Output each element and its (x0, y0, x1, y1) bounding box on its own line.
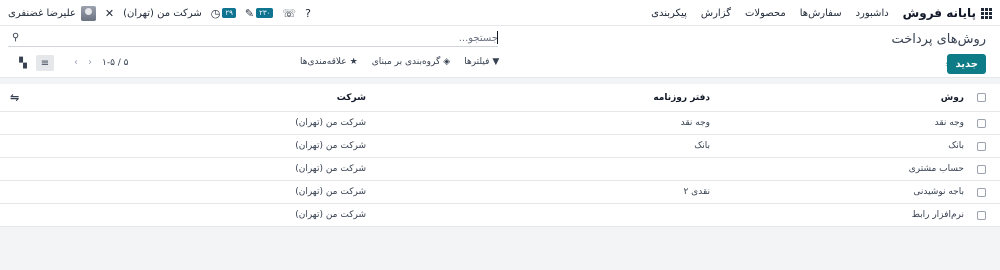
activity-button[interactable]: ◷ ۲۹ (211, 7, 236, 20)
cell-name: وجه نقد (934, 118, 964, 128)
filters-label: فیلترها (464, 57, 490, 67)
avatar[interactable] (80, 5, 96, 21)
cell-journal: بانک (694, 141, 710, 151)
app-switcher[interactable]: پایانه فروش (903, 6, 992, 20)
messages-badge: ۲۳۰ (256, 8, 274, 18)
column-header-company[interactable]: شرکت (337, 84, 366, 111)
row-checkbox[interactable] (977, 135, 986, 157)
user-menu[interactable]: علیرضا غضنفری (8, 5, 96, 21)
group-by-button[interactable]: ◈ گروه‌بندی بر مبنای (372, 57, 450, 67)
optional-columns-icon[interactable]: ⇋ (10, 84, 19, 111)
list-view-icon[interactable]: ≡ (36, 55, 54, 71)
top-navbar: پایانه فروش داشبورد سفارش‌ها محصولات گزا… (0, 0, 1000, 26)
pager-value[interactable]: ۱-۵ / ۵ (102, 58, 129, 68)
table-row[interactable]: بانک بانک شرکت من (تهران) (0, 135, 1000, 158)
column-header-journal[interactable]: دفتر روزنامه (653, 84, 710, 111)
menu-products[interactable]: محصولات (745, 8, 786, 19)
cell-name: بانک (948, 141, 964, 151)
favorites-button[interactable]: ★ علاقه‌مندی‌ها (300, 57, 358, 67)
cell-company: شرکت من (تهران) (295, 210, 366, 220)
cell-journal: وجه نقد (680, 118, 710, 128)
search-bar[interactable]: ⚲ (8, 31, 498, 47)
text-cursor (497, 31, 498, 44)
settings-tools-icon[interactable]: ✕ (105, 7, 114, 20)
download-icon[interactable]: ⤓ (946, 57, 950, 68)
table-row[interactable]: باجه نوشیدنی نقدی ۲ شرکت من (تهران) (0, 181, 1000, 204)
favorites-label: علاقه‌مندی‌ها (300, 57, 347, 67)
user-name[interactable]: علیرضا غضنفری (8, 8, 76, 19)
layers-icon: ◈ (443, 57, 451, 67)
menu-orders[interactable]: سفارش‌ها (800, 8, 842, 19)
clock-icon: ◷ (210, 6, 221, 20)
column-header-name[interactable]: روش (941, 84, 964, 111)
row-checkbox[interactable] (977, 204, 986, 226)
navbar-left: علیرضا غضنفری ✕ شرکت من (تهران) ◷ ۲۹ ✎ ۲… (8, 0, 311, 26)
cell-company: شرکت من (تهران) (295, 164, 366, 174)
chevron-left-icon[interactable]: ‹ (74, 57, 78, 68)
cell-name: حساب مشتری (908, 164, 964, 174)
navbar-right: پایانه فروش داشبورد سفارش‌ها محصولات گزا… (651, 0, 992, 26)
menu-dashboard[interactable]: داشبورد (856, 8, 889, 19)
search-input[interactable] (18, 31, 498, 46)
table-row[interactable]: حساب مشتری شرکت من (تهران) (0, 158, 1000, 181)
list-table: روش دفتر روزنامه شرکت ⇋ وجه نقد وجه نقد … (0, 84, 1000, 227)
filter-icon: ▼ (492, 57, 500, 67)
table-row[interactable]: نرم‌افزار رابط شرکت من (تهران) (0, 204, 1000, 227)
cell-company: شرکت من (تهران) (295, 187, 366, 197)
table-row[interactable]: وجه نقد وجه نقد شرکت من (تهران) (0, 112, 1000, 135)
messages-button[interactable]: ✎ ۲۳۰ (245, 7, 274, 20)
cell-name: باجه نوشیدنی (913, 187, 964, 197)
help-icon[interactable]: ? (305, 7, 311, 20)
kanban-view-icon[interactable]: ▚ (14, 55, 32, 71)
cell-name: نرم‌افزار رابط (911, 210, 964, 220)
chevron-right-icon[interactable]: › (88, 57, 92, 68)
select-all-checkbox[interactable] (977, 84, 986, 111)
page-title: روش‌های پرداخت (891, 32, 986, 47)
cell-journal: نقدی ۲ (683, 187, 710, 197)
pager: ‹ › ۱-۵ / ۵ (74, 57, 129, 68)
control-panel: روش‌های پرداخت ⚲ جدید ⤓ ▼ فیلترها ◈ گروه… (0, 26, 1000, 78)
row-checkbox[interactable] (977, 158, 986, 180)
chat-icon: ✎ (244, 6, 255, 20)
search-panel-toggles: ▼ فیلترها ◈ گروه‌بندی بر مبنای ★ علاقه‌م… (300, 57, 499, 67)
filters-button[interactable]: ▼ فیلترها (464, 57, 499, 67)
app-name[interactable]: پایانه فروش (903, 6, 976, 20)
apps-grid-icon[interactable] (981, 7, 992, 19)
phone-icon[interactable]: ☏ (282, 7, 296, 20)
view-switcher: ▚ ≡ (14, 55, 54, 71)
group-by-label: گروه‌بندی بر مبنای (371, 57, 441, 67)
row-checkbox[interactable] (977, 181, 986, 203)
cell-company: شرکت من (تهران) (295, 141, 366, 151)
new-button[interactable]: جدید (947, 54, 986, 74)
star-icon: ★ (349, 57, 358, 67)
activity-badge: ۲۹ (222, 8, 236, 18)
table-header: روش دفتر روزنامه شرکت ⇋ (0, 84, 1000, 112)
row-checkbox[interactable] (977, 112, 986, 134)
company-switcher[interactable]: شرکت من (تهران) (123, 8, 202, 19)
menu-reporting[interactable]: گزارش (701, 8, 731, 19)
menu-configuration[interactable]: پیکربندی (651, 8, 687, 19)
cell-company: شرکت من (تهران) (295, 118, 366, 128)
